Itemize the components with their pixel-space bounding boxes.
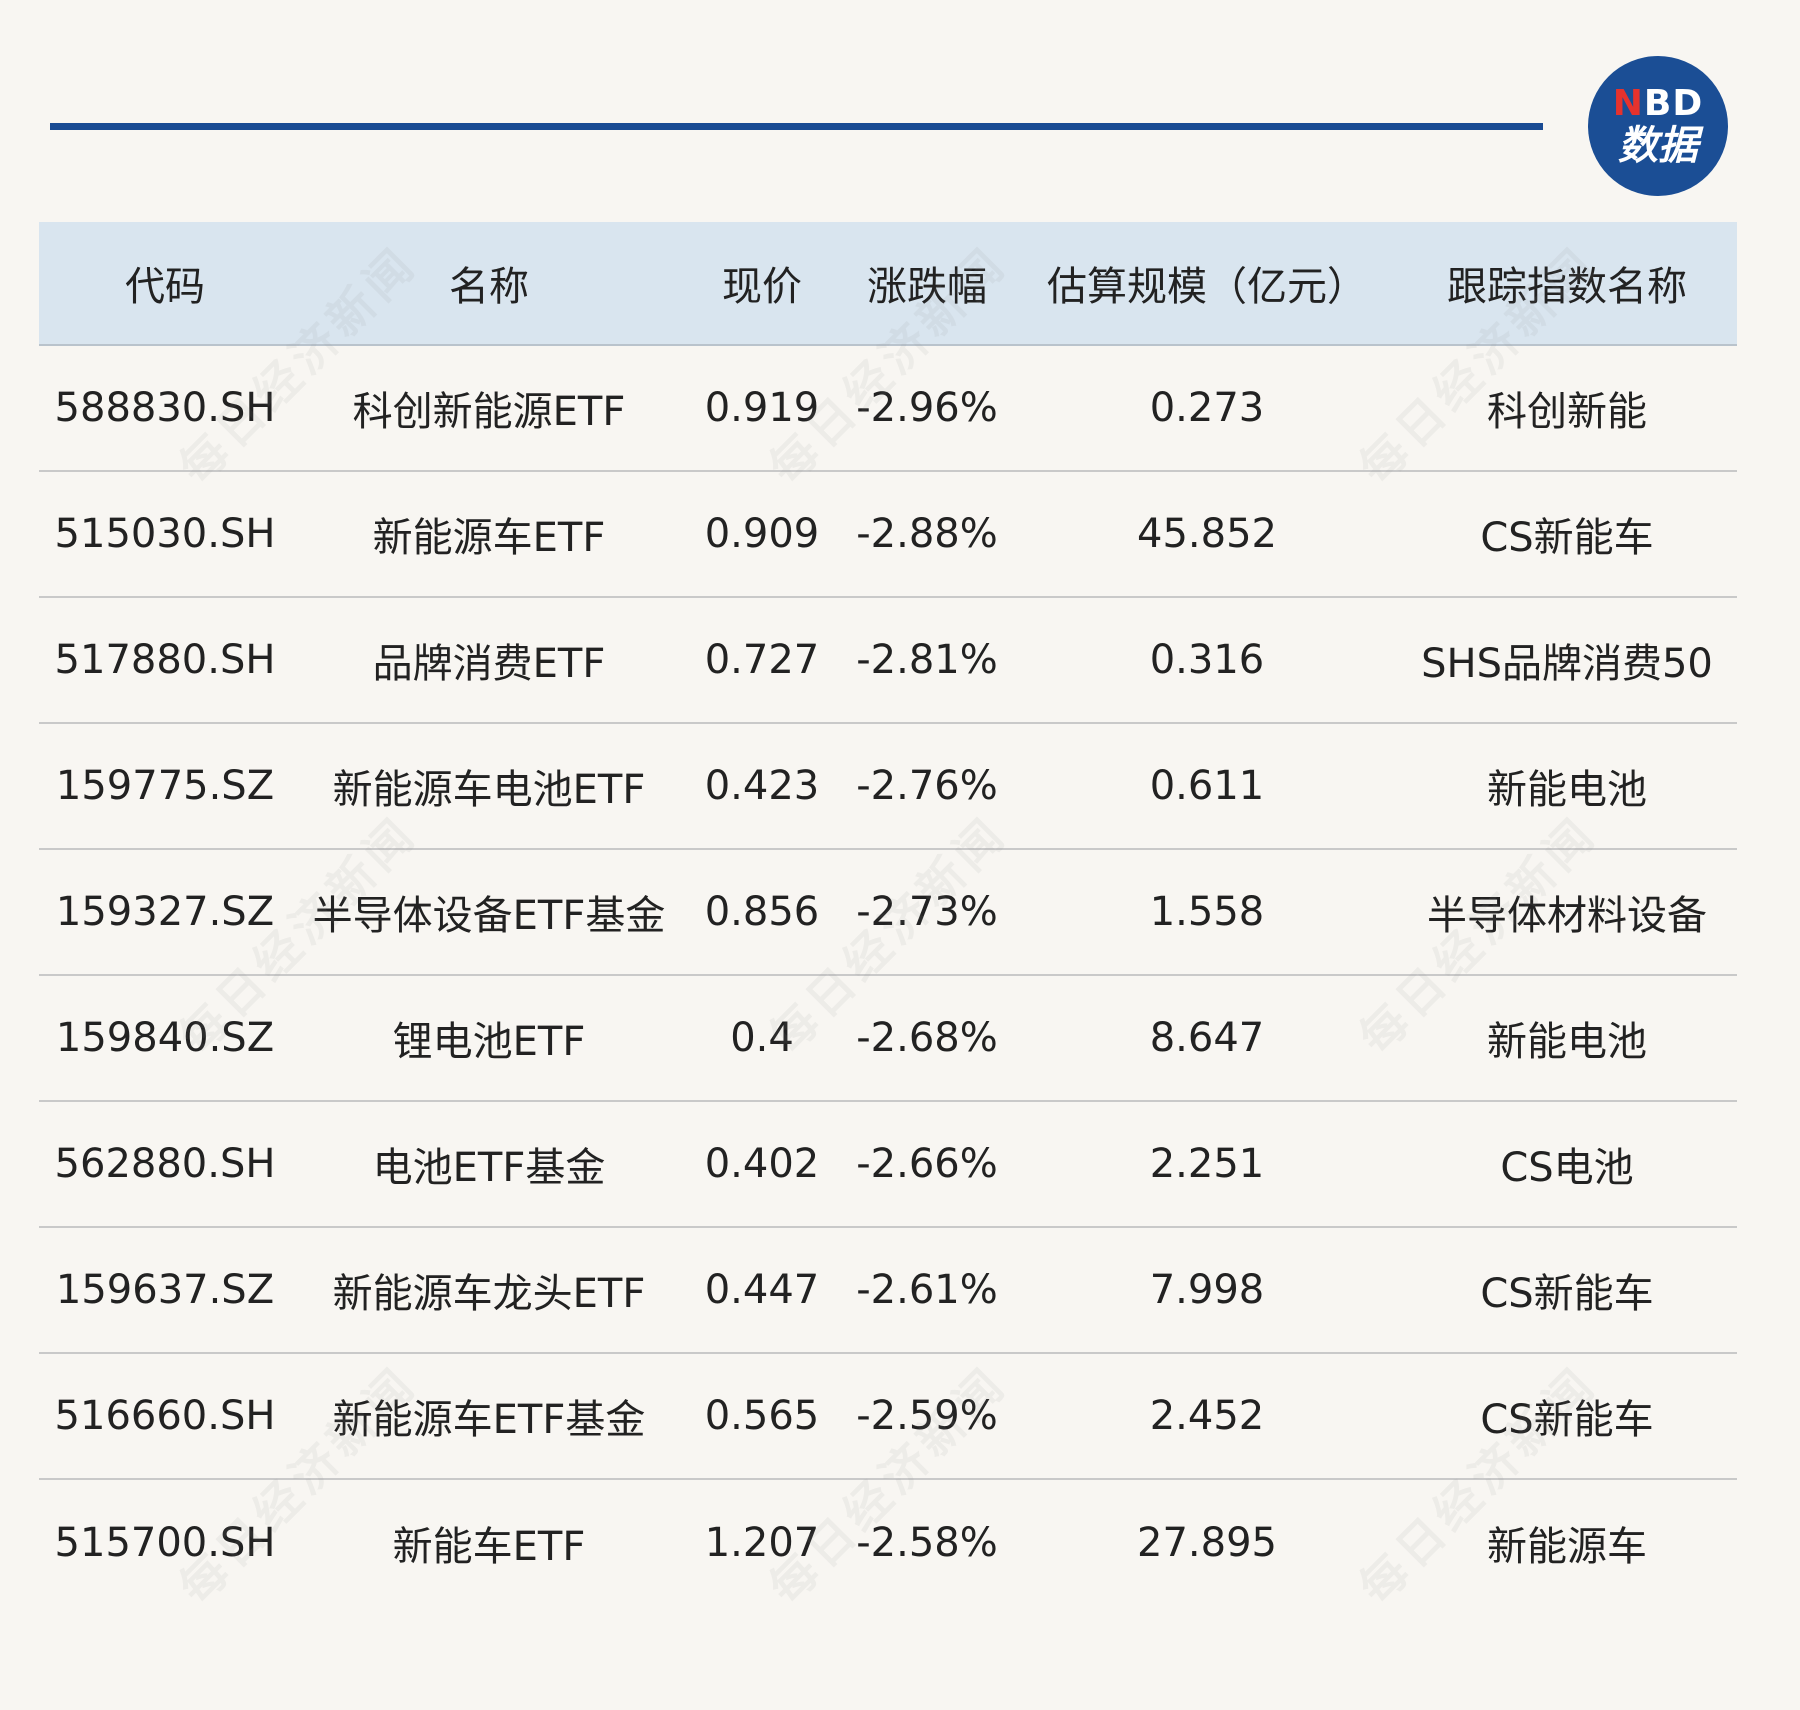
cell-change: -2.58% bbox=[856, 1520, 998, 1566]
cell-scale: 2.452 bbox=[1149, 1393, 1265, 1439]
table-row: 159775.SZ 新能源车电池ETF 0.423 -2.76% 0.611 新… bbox=[39, 724, 1737, 850]
cell-change: -2.59% bbox=[856, 1393, 998, 1439]
logo-wordmark: NBD bbox=[1613, 86, 1703, 122]
table-header-row: 代码 名称 现价 涨跌幅 估算规模（亿元） 跟踪指数名称 bbox=[39, 222, 1737, 346]
cell-change: -2.88% bbox=[856, 511, 998, 557]
header-price: 现价 bbox=[722, 264, 802, 310]
cell-name: 新能源车ETF基金 bbox=[332, 1397, 646, 1443]
cell-price: 0.727 bbox=[704, 637, 820, 683]
table-row: 517880.SH 品牌消费ETF 0.727 -2.81% 0.316 SHS… bbox=[39, 598, 1737, 724]
cell-index: 新能源车 bbox=[1487, 1524, 1647, 1570]
cell-name: 品牌消费ETF bbox=[372, 641, 606, 687]
cell-index: 新能电池 bbox=[1487, 767, 1647, 813]
cell-name: 半导体设备ETF基金 bbox=[312, 893, 666, 939]
top-accent-rule bbox=[50, 123, 1543, 130]
cell-scale: 27.895 bbox=[1137, 1520, 1277, 1566]
table-row: 562880.SH 电池ETF基金 0.402 -2.66% 2.251 CS电… bbox=[39, 1102, 1737, 1228]
cell-scale: 7.998 bbox=[1149, 1267, 1265, 1313]
cell-index: CS新能车 bbox=[1480, 1397, 1654, 1443]
cell-name: 新能源车龙头ETF bbox=[332, 1271, 646, 1317]
cell-price: 0.423 bbox=[704, 763, 820, 809]
cell-scale: 0.316 bbox=[1149, 637, 1265, 683]
cell-price: 0.402 bbox=[704, 1141, 820, 1187]
cell-scale: 0.611 bbox=[1149, 763, 1265, 809]
cell-change: -2.96% bbox=[856, 385, 998, 431]
table-row: 516660.SH 新能源车ETF基金 0.565 -2.59% 2.452 C… bbox=[39, 1354, 1737, 1480]
cell-price: 0.919 bbox=[704, 385, 820, 431]
cell-name: 电池ETF基金 bbox=[372, 1145, 606, 1191]
table-row: 159327.SZ 半导体设备ETF基金 0.856 -2.73% 1.558 … bbox=[39, 850, 1737, 976]
cell-code: 515700.SH bbox=[54, 1520, 276, 1566]
cell-price: 0.909 bbox=[704, 511, 820, 557]
cell-price: 0.4 bbox=[730, 1015, 794, 1061]
table-row: 159637.SZ 新能源车龙头ETF 0.447 -2.61% 7.998 C… bbox=[39, 1228, 1737, 1354]
cell-index: CS电池 bbox=[1500, 1145, 1634, 1191]
header-index: 跟踪指数名称 bbox=[1447, 264, 1687, 310]
nbd-data-logo: NBD 数据 bbox=[1588, 56, 1728, 196]
table-row: 515030.SH 新能源车ETF 0.909 -2.88% 45.852 CS… bbox=[39, 472, 1737, 598]
cell-change: -2.66% bbox=[856, 1141, 998, 1187]
logo-subtitle: 数据 bbox=[1618, 123, 1698, 169]
cell-name: 新能源车ETF bbox=[372, 515, 606, 561]
cell-index: CS新能车 bbox=[1480, 1271, 1654, 1317]
cell-code: 515030.SH bbox=[54, 511, 276, 557]
cell-code: 562880.SH bbox=[54, 1141, 276, 1187]
cell-change: -2.73% bbox=[856, 889, 998, 935]
table-row: 515700.SH 新能车ETF 1.207 -2.58% 27.895 新能源… bbox=[39, 1480, 1737, 1606]
cell-code: 588830.SH bbox=[54, 385, 276, 431]
header-code: 代码 bbox=[125, 264, 205, 310]
logo-letter-n: N bbox=[1612, 83, 1644, 124]
cell-change: -2.81% bbox=[856, 637, 998, 683]
cell-code: 159637.SZ bbox=[55, 1267, 275, 1313]
cell-scale: 0.273 bbox=[1149, 385, 1265, 431]
header-change: 涨跌幅 bbox=[867, 264, 987, 310]
cell-index: 半导体材料设备 bbox=[1427, 893, 1707, 939]
cell-index: 科创新能 bbox=[1487, 389, 1647, 435]
cell-code: 159327.SZ bbox=[55, 889, 275, 935]
cell-change: -2.68% bbox=[856, 1015, 998, 1061]
cell-change: -2.61% bbox=[856, 1267, 998, 1313]
etf-table: 代码 名称 现价 涨跌幅 估算规模（亿元） 跟踪指数名称 588830.SH 科… bbox=[39, 222, 1737, 1606]
cell-code: 159840.SZ bbox=[55, 1015, 275, 1061]
cell-price: 0.856 bbox=[704, 889, 820, 935]
table-row: 588830.SH 科创新能源ETF 0.919 -2.96% 0.273 科创… bbox=[39, 346, 1737, 472]
cell-price: 0.447 bbox=[704, 1267, 820, 1313]
cell-name: 新能车ETF bbox=[392, 1524, 586, 1570]
cell-name: 科创新能源ETF bbox=[352, 389, 626, 435]
cell-index: SHS品牌消费50 bbox=[1421, 641, 1713, 687]
cell-name: 锂电池ETF bbox=[392, 1019, 586, 1065]
cell-index: CS新能车 bbox=[1480, 515, 1654, 561]
cell-code: 159775.SZ bbox=[55, 763, 275, 809]
cell-scale: 1.558 bbox=[1149, 889, 1265, 935]
logo-letters-bd: BD bbox=[1643, 83, 1704, 124]
header-scale: 估算规模（亿元） bbox=[1047, 264, 1367, 310]
cell-scale: 45.852 bbox=[1137, 511, 1277, 557]
cell-price: 0.565 bbox=[704, 1393, 820, 1439]
cell-scale: 8.647 bbox=[1149, 1015, 1265, 1061]
cell-name: 新能源车电池ETF bbox=[332, 767, 646, 813]
cell-code: 516660.SH bbox=[54, 1393, 276, 1439]
cell-change: -2.76% bbox=[856, 763, 998, 809]
cell-code: 517880.SH bbox=[54, 637, 276, 683]
header-name: 名称 bbox=[449, 264, 529, 310]
cell-price: 1.207 bbox=[704, 1520, 820, 1566]
cell-index: 新能电池 bbox=[1487, 1019, 1647, 1065]
table-row: 159840.SZ 锂电池ETF 0.4 -2.68% 8.647 新能电池 bbox=[39, 976, 1737, 1102]
cell-scale: 2.251 bbox=[1149, 1141, 1265, 1187]
